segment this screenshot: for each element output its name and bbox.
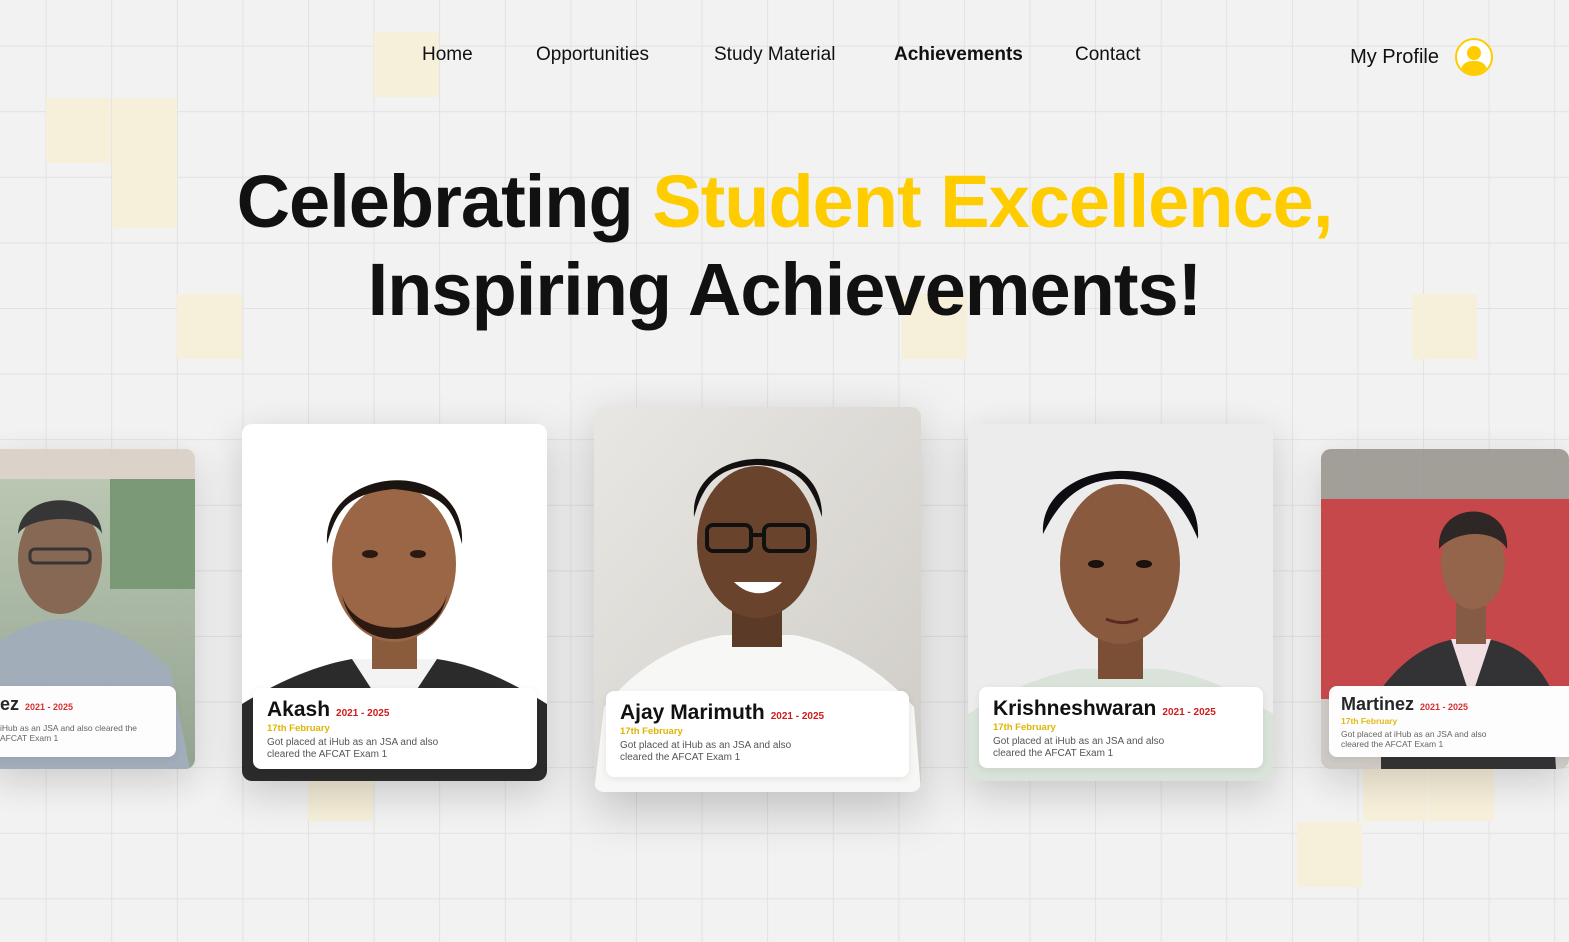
- student-years: 2021 - 2025: [336, 708, 390, 719]
- profile-link[interactable]: My Profile: [1350, 38, 1493, 76]
- student-name: Akash: [267, 698, 331, 721]
- page-title: Celebrating Student Excellence, Inspirin…: [0, 158, 1569, 334]
- student-name: Krishneshwaran: [993, 697, 1157, 720]
- user-avatar-icon[interactable]: [1455, 38, 1493, 76]
- student-years: 2021 - 2025: [25, 702, 74, 712]
- nav-home[interactable]: Home: [422, 44, 473, 66]
- student-info: Ajay Marimuth 2021 - 2025 17th February G…: [606, 691, 909, 777]
- title-line2: Inspiring Achievements!: [367, 248, 1203, 331]
- nav-opportunities[interactable]: Opportunities: [536, 44, 649, 66]
- student-description: Got placed at iHub as an JSA and also cl…: [267, 737, 439, 760]
- decor-tile: [46, 98, 111, 163]
- student-description: Got placed at iHub as an JSA and also cl…: [620, 740, 792, 763]
- decor-tile: [1297, 822, 1362, 887]
- student-date: 17th February: [267, 723, 330, 734]
- decor-tile: [112, 98, 177, 163]
- student-description: Got placed at iHub as an JSA and also cl…: [993, 736, 1165, 759]
- student-name: ez: [0, 694, 20, 714]
- student-info: ez 2021 - 2025 iHub as an JSA and also cl…: [0, 686, 176, 757]
- student-card[interactable]: Akash 2021 - 2025 17th February Got place…: [242, 424, 547, 781]
- student-years: 2021 - 2025: [1162, 707, 1216, 718]
- title-line1-accent: Student Excellence,: [652, 160, 1333, 243]
- nav-achievements[interactable]: Achievements: [894, 44, 1023, 66]
- student-years: 2021 - 2025: [770, 711, 825, 722]
- student-date: 17th February: [993, 722, 1056, 733]
- student-date: 17th February: [1341, 716, 1398, 726]
- student-card[interactable]: Krishneshwaran 2021 - 2025 17th February …: [968, 424, 1273, 781]
- student-date: 17th February: [620, 726, 683, 737]
- student-info: Martinez 2021 - 2025 17th February Got pl…: [1329, 686, 1569, 757]
- top-nav: Home Opportunities Study Material Achiev…: [0, 44, 1569, 74]
- student-card[interactable]: Ajay Marimuth 2021 - 2025 17th February G…: [594, 407, 921, 792]
- student-description: iHub as an JSA and also cleared the AFCA…: [0, 723, 138, 743]
- student-years: 2021 - 2025: [1420, 702, 1469, 712]
- student-description: Got placed at iHub as an JSA and also cl…: [1341, 729, 1487, 749]
- title-line1-prefix: Celebrating: [236, 160, 653, 243]
- student-info: Krishneshwaran 2021 - 2025 17th February …: [979, 687, 1263, 768]
- nav-contact[interactable]: Contact: [1075, 44, 1140, 66]
- student-name: Ajay Marimuth: [620, 701, 765, 724]
- student-name: Martinez: [1341, 694, 1415, 714]
- student-card[interactable]: Martinez 2021 - 2025 17th February Got pl…: [1321, 449, 1569, 769]
- student-card[interactable]: ez 2021 - 2025 iHub as an JSA and also cl…: [0, 449, 195, 769]
- student-info: Akash 2021 - 2025 17th February Got place…: [253, 688, 537, 769]
- profile-label: My Profile: [1350, 45, 1439, 68]
- nav-study-material[interactable]: Study Material: [714, 44, 835, 66]
